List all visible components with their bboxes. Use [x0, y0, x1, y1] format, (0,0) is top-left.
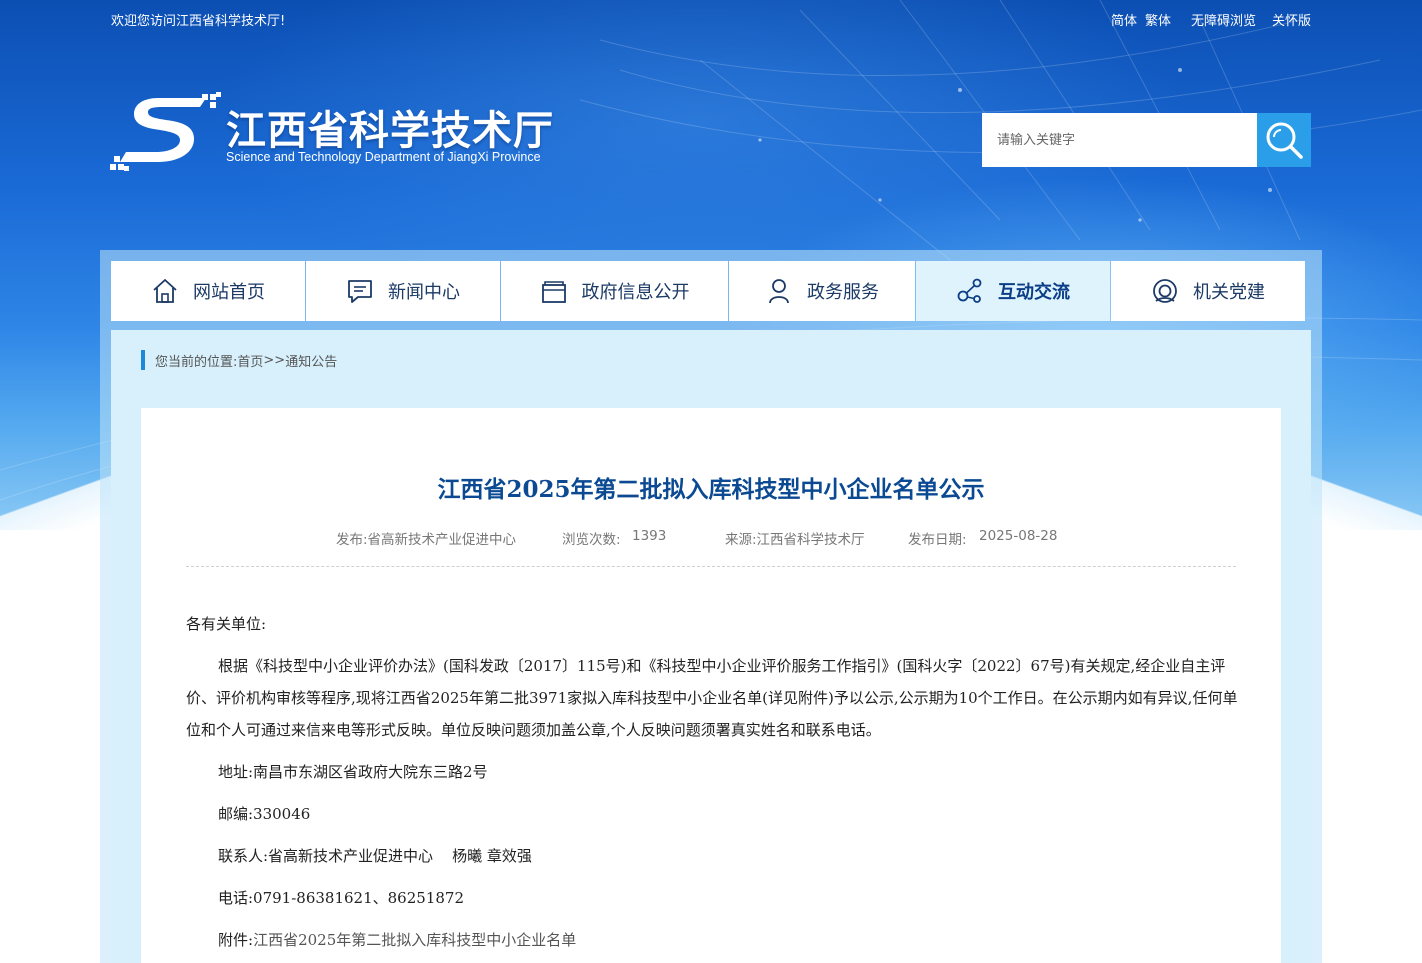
- article-phone: 电话:0791-86381621、86251872: [218, 889, 464, 907]
- article-salutation: 各有关单位:: [186, 615, 267, 633]
- nav-label-news: 新闻中心: [388, 282, 460, 303]
- home-icon: [153, 279, 177, 303]
- share-icon: [957, 278, 982, 303]
- article-body: 各有关单位: 根据《科技型中小企业评价办法》(国科发政〔2017〕115号)和《…: [186, 608, 1238, 963]
- nav-label-interaction: 互动交流: [998, 282, 1070, 303]
- nav-item-party[interactable]: 机关党建: [1111, 261, 1305, 321]
- search-box: [982, 113, 1311, 167]
- article-contact: 联系人:省高新技术产业促进中心 杨曦 章效强: [218, 847, 532, 865]
- search-button[interactable]: [1257, 113, 1311, 167]
- simplified-link[interactable]: 简体: [1111, 10, 1137, 29]
- logo-subtitle: Science and Technology Department of Jia…: [226, 150, 541, 164]
- elderly-mode-link[interactable]: 关怀版: [1272, 10, 1311, 29]
- article-attachment: 附件:江西省2025年第二批拟入库科技型中小企业名单: [186, 924, 1238, 956]
- nav-item-news[interactable]: 新闻中心: [306, 261, 500, 321]
- nav-label-party: 机关党建: [1193, 282, 1265, 303]
- nav-item-interaction[interactable]: 互动交流: [916, 261, 1110, 321]
- breadcrumb-home-link[interactable]: 首页: [237, 351, 263, 370]
- article-address: 地址:南昌市东湖区省政府大院东三路2号: [218, 763, 488, 781]
- article-views: 1393: [632, 528, 667, 544]
- party-icon: [1153, 279, 1177, 303]
- news-icon: [348, 280, 372, 303]
- search-input[interactable]: [982, 113, 1257, 167]
- attachment-label: 附件:: [218, 931, 254, 949]
- traditional-link[interactable]: 繁体: [1145, 10, 1171, 29]
- article-date-label: 发布日期:: [908, 532, 967, 548]
- breadcrumb-separator: >>: [263, 352, 286, 368]
- top-bar: 欢迎您访问江西省科学技术厅! 简体 繁体 无障碍浏览 关怀版: [111, 9, 1311, 29]
- nav-label-gov-info: 政府信息公开: [581, 282, 690, 303]
- nav-item-gov-info[interactable]: 政府信息公开: [501, 261, 728, 321]
- breadcrumb-prefix: 您当前的位置:: [155, 354, 238, 370]
- user-icon: [769, 279, 789, 304]
- article-date: 2025-08-28: [979, 528, 1058, 544]
- folder-icon: [541, 281, 566, 303]
- top-links: 简体 繁体 无障碍浏览 关怀版: [1111, 10, 1311, 29]
- breadcrumb: 您当前的位置: 首页 >> 通知公告: [141, 350, 337, 370]
- main-nav: 网站首页 新闻中心 政府信息公开 政务服务 互动交流 机关党建: [111, 261, 1305, 321]
- attachment-link[interactable]: 江西省2025年第二批拟入库科技型中小企业名单: [253, 931, 576, 949]
- welcome-text: 欢迎您访问江西省科学技术厅!: [111, 13, 286, 29]
- article-paragraph: 根据《科技型中小企业评价办法》(国科发政〔2017〕115号)和《科技型中小企业…: [186, 657, 1238, 739]
- site-logo[interactable]: 江西省科学技术厅 Science and Technology Departme…: [110, 92, 560, 172]
- nav-label-services: 政务服务: [807, 282, 879, 303]
- article-title: 江西省2025年第二批拟入库科技型中小企业名单公示: [437, 476, 985, 503]
- nav-item-services[interactable]: 政务服务: [729, 261, 915, 321]
- article-publisher: 发布:省高新技术产业促进中心: [336, 532, 517, 548]
- breadcrumb-current-link[interactable]: 通知公告: [285, 351, 337, 370]
- logo-title: 江西省科学技术厅: [226, 108, 554, 154]
- article-source: 来源:江西省科学技术厅: [725, 532, 865, 548]
- nav-item-home[interactable]: 网站首页: [111, 261, 305, 321]
- article-views-label: 浏览次数:: [562, 532, 621, 548]
- nav-label-home: 网站首页: [193, 282, 265, 303]
- article-divider: [186, 566, 1236, 567]
- article-panel: 江西省2025年第二批拟入库科技型中小企业名单公示 发布:省高新技术产业促进中心…: [141, 408, 1281, 963]
- article-postcode: 邮编:330046: [218, 805, 311, 823]
- logo-mark-icon: [110, 92, 221, 171]
- search-icon: [1266, 122, 1303, 159]
- accessible-link[interactable]: 无障碍浏览: [1191, 10, 1256, 29]
